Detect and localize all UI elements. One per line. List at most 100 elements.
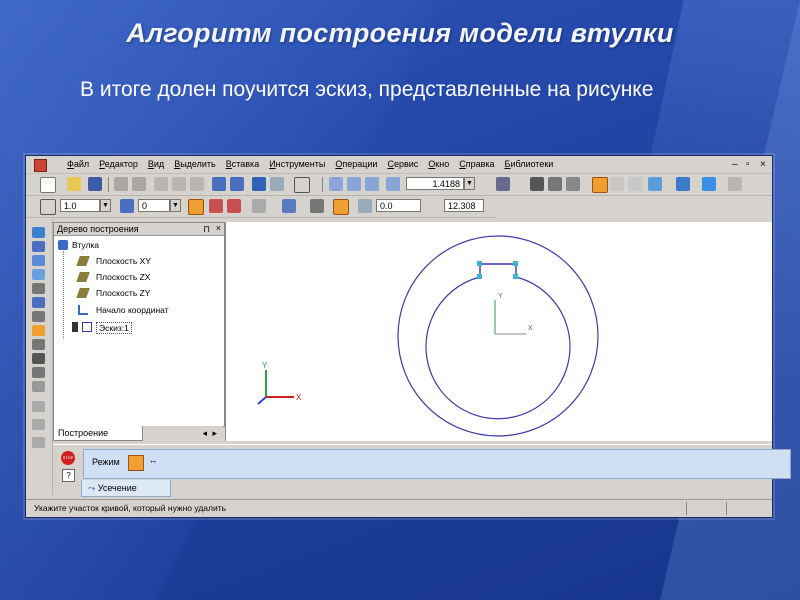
refresh-icon[interactable] bbox=[566, 177, 580, 191]
tab-next-icon[interactable]: ▸ bbox=[212, 428, 217, 439]
tree-item[interactable]: Начало координат bbox=[96, 305, 169, 315]
geometry-icon[interactable] bbox=[32, 227, 45, 238]
dimensions-icon[interactable] bbox=[32, 241, 45, 252]
variables-icon[interactable] bbox=[270, 177, 284, 191]
more-icon[interactable] bbox=[728, 177, 742, 191]
tree-item[interactable]: Плоскость XY bbox=[96, 256, 151, 266]
copy-icon[interactable] bbox=[172, 177, 186, 191]
shaded-edges-icon[interactable] bbox=[648, 177, 662, 191]
manager-icon[interactable] bbox=[252, 177, 266, 191]
tool-icon[interactable] bbox=[32, 401, 45, 412]
menu-item[interactable]: Выделить bbox=[169, 159, 221, 169]
menu-item[interactable]: Окно bbox=[423, 159, 454, 169]
symbols-icon[interactable] bbox=[32, 255, 45, 266]
menu-item[interactable]: Справка bbox=[454, 159, 499, 169]
measure-icon[interactable] bbox=[32, 297, 45, 308]
insert-icon[interactable] bbox=[32, 367, 45, 378]
zoom-icon[interactable] bbox=[329, 177, 343, 191]
tool-icon[interactable] bbox=[32, 437, 45, 448]
new-file-icon[interactable] bbox=[40, 177, 56, 193]
zoom-field[interactable]: 1.4188 bbox=[406, 177, 464, 190]
fit-icon[interactable] bbox=[548, 177, 562, 191]
paste-icon[interactable] bbox=[190, 177, 204, 191]
local-cs-icon[interactable] bbox=[282, 199, 296, 213]
step-field[interactable]: 1.0 bbox=[60, 199, 100, 212]
curves-icon[interactable] bbox=[32, 325, 45, 336]
menu-item[interactable]: Инструменты bbox=[264, 159, 330, 169]
slot-point[interactable] bbox=[513, 261, 518, 266]
tree-item-sketch[interactable]: Эскиз:1 bbox=[96, 322, 132, 334]
layer-icon[interactable] bbox=[120, 199, 134, 213]
layer-field[interactable]: 0 bbox=[138, 199, 170, 212]
trim-mode-alt-icon[interactable]: ↔ bbox=[146, 455, 160, 469]
tab-build[interactable]: Построение bbox=[53, 426, 143, 441]
local-snap-icon[interactable] bbox=[227, 199, 241, 213]
menu-item[interactable]: Вставка bbox=[221, 159, 264, 169]
outer-circle[interactable] bbox=[397, 235, 599, 437]
zoom-scale-icon[interactable] bbox=[386, 177, 400, 191]
spec-icon[interactable] bbox=[32, 339, 45, 350]
close-icon[interactable]: × bbox=[760, 159, 766, 170]
params-icon[interactable] bbox=[32, 283, 45, 294]
wireframe-icon[interactable] bbox=[610, 177, 624, 191]
pin-icon[interactable]: ⊓ bbox=[203, 224, 210, 235]
undo-icon[interactable] bbox=[212, 177, 226, 191]
print-icon[interactable] bbox=[114, 177, 128, 191]
select-icon[interactable] bbox=[32, 311, 45, 322]
tab-prev-icon[interactable]: ◂ bbox=[202, 428, 207, 439]
redo-icon[interactable] bbox=[230, 177, 244, 191]
zoom-dropdown[interactable]: ▼ bbox=[464, 177, 475, 190]
pointer-icon[interactable] bbox=[294, 177, 310, 193]
menu-item[interactable]: Сервис bbox=[382, 159, 423, 169]
layer-dropdown[interactable]: ▼ bbox=[170, 199, 181, 212]
slot-point[interactable] bbox=[477, 274, 482, 279]
shaded-icon[interactable] bbox=[592, 177, 608, 193]
tree-item[interactable]: Плоскость ZY bbox=[96, 288, 150, 298]
menu-item[interactable]: Редактор bbox=[94, 159, 143, 169]
menu-item[interactable]: Операции bbox=[330, 159, 382, 169]
stop-button[interactable]: STOP bbox=[61, 451, 75, 465]
zoom-in-icon[interactable] bbox=[347, 177, 361, 191]
model-icon[interactable] bbox=[702, 177, 716, 191]
zoom-out-icon[interactable] bbox=[365, 177, 379, 191]
open-file-icon[interactable] bbox=[67, 177, 81, 191]
status-separator bbox=[686, 502, 687, 515]
menu-item[interactable]: Библиотеки bbox=[500, 159, 559, 169]
lib-icon[interactable] bbox=[32, 381, 45, 392]
move-icon[interactable] bbox=[530, 177, 544, 191]
perspective-icon[interactable] bbox=[676, 177, 690, 191]
tool-icon[interactable] bbox=[32, 419, 45, 430]
tab-trim[interactable]: ⤳ Усечение bbox=[81, 480, 171, 497]
tree-item[interactable]: Плоскость ZX bbox=[96, 272, 150, 282]
step-dropdown[interactable]: ▼ bbox=[100, 199, 111, 212]
coords-icon[interactable] bbox=[358, 199, 372, 213]
round-icon[interactable] bbox=[310, 199, 324, 213]
cut-icon[interactable] bbox=[154, 177, 168, 191]
keyway-slot[interactable] bbox=[479, 263, 517, 277]
edit-icon[interactable] bbox=[32, 269, 45, 280]
menu-item[interactable]: Файл bbox=[62, 159, 94, 169]
tree-item-root[interactable]: Втулка bbox=[72, 240, 99, 250]
cursor-icon[interactable] bbox=[333, 199, 349, 215]
x-field[interactable]: 0.0 bbox=[376, 199, 421, 212]
minimize-icon[interactable]: – bbox=[732, 159, 738, 170]
drawing-canvas[interactable]: Y X Y X bbox=[225, 222, 772, 441]
snap-icon[interactable] bbox=[209, 199, 223, 213]
preview-icon[interactable] bbox=[132, 177, 146, 191]
grid-icon[interactable] bbox=[252, 199, 266, 213]
trim-mode-icon[interactable] bbox=[128, 455, 144, 471]
hidden-lines-icon[interactable] bbox=[628, 177, 642, 191]
help-icon[interactable]: ? bbox=[62, 469, 75, 482]
menu-item[interactable]: Вид bbox=[143, 159, 169, 169]
close-panel-icon[interactable]: × bbox=[216, 223, 221, 233]
orientation-icon[interactable] bbox=[496, 177, 510, 191]
save-icon[interactable] bbox=[88, 177, 102, 191]
restore-icon[interactable]: ▫ bbox=[746, 159, 750, 170]
slot-point[interactable] bbox=[477, 261, 482, 266]
reports-icon[interactable] bbox=[32, 353, 45, 364]
grid-snap-icon[interactable] bbox=[40, 199, 56, 215]
ortho-icon[interactable] bbox=[188, 199, 204, 215]
slot-point[interactable] bbox=[513, 274, 518, 279]
y-field[interactable]: 12.308 bbox=[444, 199, 484, 212]
app-icon[interactable] bbox=[34, 159, 47, 172]
